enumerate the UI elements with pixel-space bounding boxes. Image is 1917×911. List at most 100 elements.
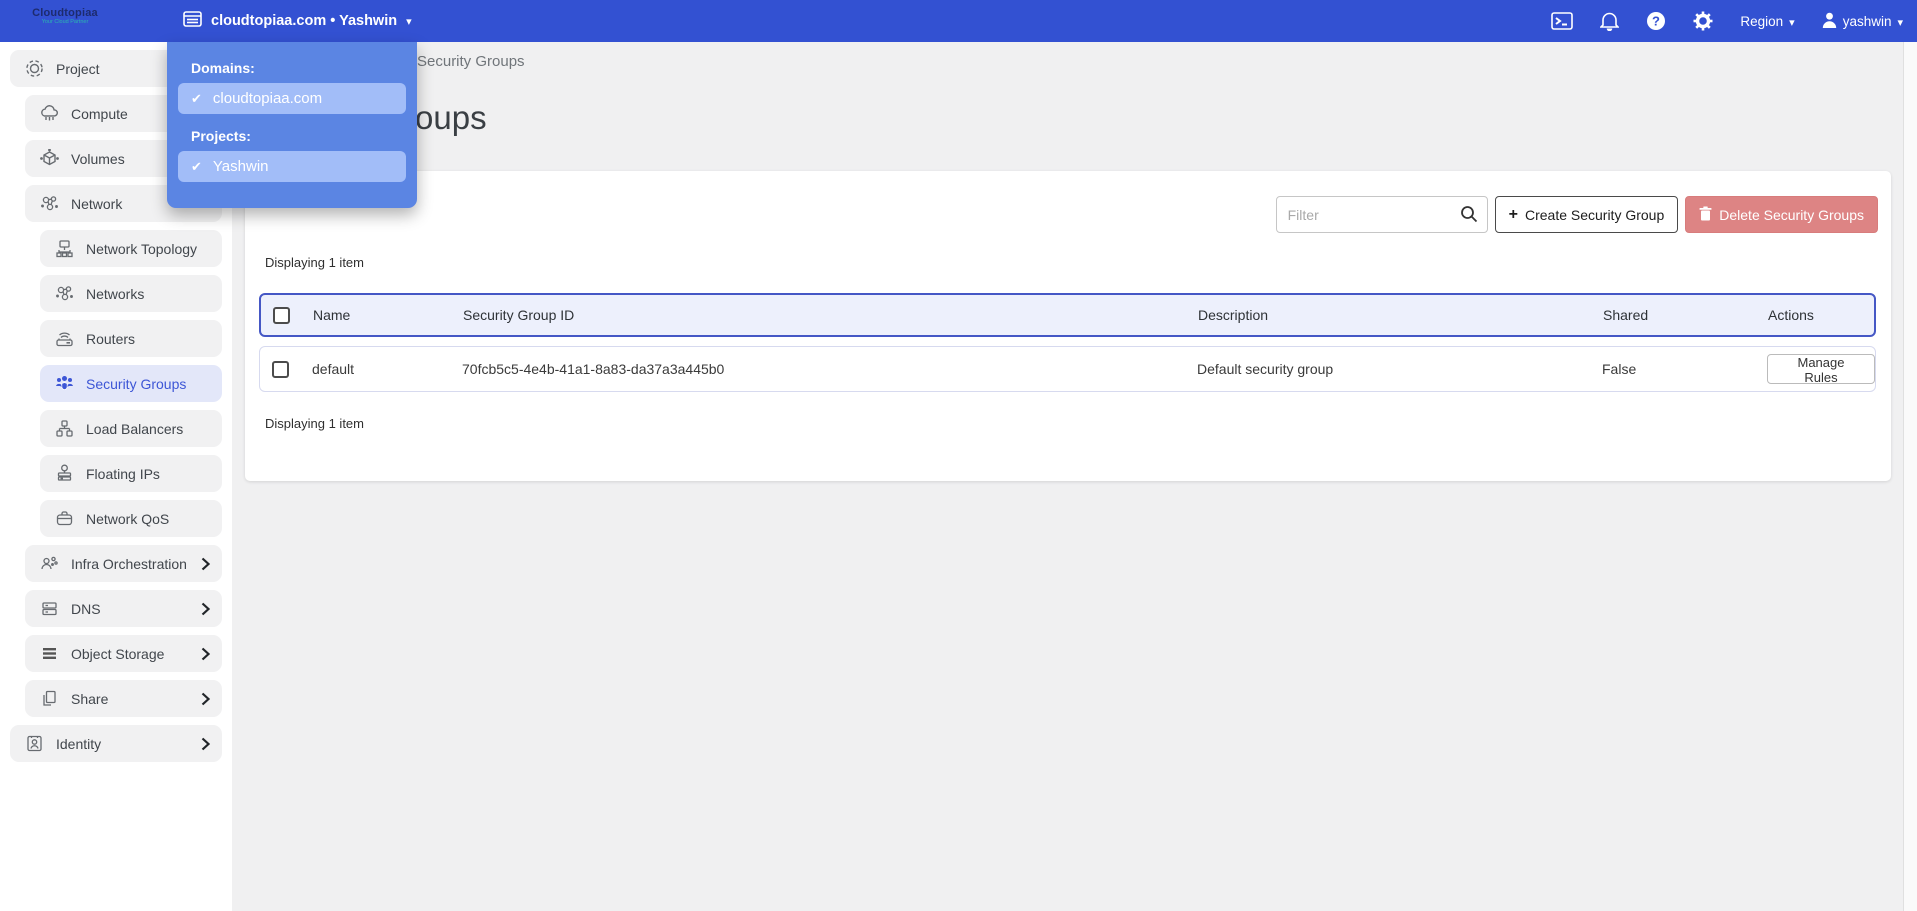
floating-ip-icon: [57, 464, 72, 481]
sidebar-item-label: Floating IPs: [86, 465, 160, 482]
delete-security-groups-button[interactable]: Delete Security Groups: [1685, 196, 1878, 233]
create-security-group-button[interactable]: Create Security Group: [1494, 196, 1679, 233]
sidebar-item-label: Network: [71, 195, 123, 212]
chevron-down-icon: [406, 12, 412, 30]
delete-button-label: Delete Security Groups: [1719, 206, 1864, 223]
sidebar-item-label: Networks: [86, 285, 145, 302]
network-nodes-icon: [41, 196, 58, 211]
table-header: Name Security Group ID Description Share…: [259, 293, 1876, 337]
app-root: Cloudtopiaa Your Cloud Partner cloudtopi…: [0, 0, 1917, 911]
plus-icon: [1509, 206, 1518, 223]
chevron-right-icon: [201, 647, 210, 661]
domain-item-label: cloudtopiaa.com: [212, 90, 323, 107]
region-menu[interactable]: Region: [1740, 14, 1794, 29]
sidebar-item-floating-ips[interactable]: Floating IPs: [40, 455, 222, 492]
column-header-id[interactable]: Security Group ID: [463, 307, 1198, 323]
sidebar-item-identity[interactable]: Identity: [10, 725, 222, 762]
user-icon: [1822, 12, 1837, 31]
topbar-actions: ? Region ▾ yashwin ▾: [1551, 0, 1903, 42]
cell-description: Default security group: [1197, 361, 1334, 377]
page-scrollbar[interactable]: [1903, 42, 1917, 911]
sidebar-item-network-topology[interactable]: Network Topology: [40, 230, 222, 267]
sidebar-item-label: Infra Orchestration: [71, 555, 187, 572]
sidebar-item-label: Volumes: [71, 150, 125, 167]
cell-shared: False: [1602, 361, 1637, 377]
sidebar-item-label: Security Groups: [86, 375, 187, 392]
cell-security-group-id: 70fcb5c5-4e4b-41a1-8a83-da37a3a445b0: [462, 361, 725, 377]
chevron-right-icon: [201, 692, 210, 706]
column-header-description[interactable]: Description: [1198, 307, 1603, 323]
orchestration-icon: [41, 556, 58, 570]
chevron-right-icon: [201, 602, 210, 616]
sidebar-item-load-balancers[interactable]: Load Balancers: [40, 410, 222, 447]
column-header-name[interactable]: Name: [313, 307, 463, 323]
sidebar-item-label: Share: [71, 690, 109, 707]
sidebar-item-label: Object Storage: [71, 645, 165, 662]
logo-text: Cloudtopiaa: [32, 7, 98, 19]
domain-project-switcher[interactable]: cloudtopiaa.com • Yashwin: [183, 0, 412, 42]
manage-rules-button[interactable]: Manage Rules: [1767, 353, 1875, 385]
switcher-label: cloudtopiaa.com • Yashwin: [211, 13, 398, 29]
help-icon[interactable]: ?: [1646, 11, 1666, 31]
user-menu[interactable]: yashwin: [1822, 12, 1903, 31]
sidebar-item-label: Load Balancers: [86, 420, 184, 437]
cloud-shell-icon[interactable]: [1551, 12, 1574, 30]
sidebar-item-label: Compute: [71, 105, 128, 122]
chevron-right-icon: [201, 557, 210, 571]
cell-name[interactable]: default: [312, 361, 462, 377]
region-label: Region: [1740, 13, 1784, 29]
chevron-right-icon: [201, 737, 210, 751]
trash-icon: [1699, 206, 1712, 224]
sidebar-item-networks[interactable]: Networks: [40, 275, 222, 312]
domains-heading: Domains:: [191, 60, 255, 76]
sidebar-item-label: Routers: [86, 330, 136, 347]
networks-nodes-icon: [56, 286, 73, 301]
sidebar-item-security-groups[interactable]: Security Groups: [40, 365, 222, 402]
chevron-down-icon: [1789, 14, 1795, 29]
projects-heading: Projects:: [191, 128, 251, 144]
cloudtopiaa-logo[interactable]: Cloudtopiaa Your Cloud Partner: [30, 7, 100, 26]
user-label: yashwin: [1842, 13, 1892, 29]
sidebar-item-share[interactable]: Share: [25, 680, 222, 717]
logo-tagline: Your Cloud Partner: [41, 19, 89, 25]
check-icon: [191, 90, 202, 107]
svg-text:?: ?: [1652, 14, 1660, 29]
dropdown-item-project[interactable]: Yashwin: [178, 151, 406, 182]
table-row: default 70fcb5c5-4e4b-41a1-8a83-da37a3a4…: [259, 346, 1876, 392]
item-count-bottom: Displaying 1 item: [265, 416, 364, 431]
identity-card-icon: [27, 735, 42, 752]
sidebar-item-network-qos[interactable]: Network QoS: [40, 500, 222, 537]
sidebar-item-dns[interactable]: DNS: [25, 590, 222, 627]
sidebar-item-label: Project: [56, 60, 100, 77]
chevron-down-icon: [1897, 14, 1903, 29]
sidebar-item-routers[interactable]: Routers: [40, 320, 222, 357]
check-icon: [191, 158, 202, 175]
row-checkbox[interactable]: [272, 360, 289, 378]
security-groups-panel: Create Security Group Delete Security Gr…: [245, 171, 1891, 481]
filter-wrap: [1275, 196, 1488, 233]
share-copy-icon: [43, 690, 56, 706]
select-all-checkbox[interactable]: [273, 306, 290, 324]
settings-gear-icon[interactable]: [1693, 11, 1713, 31]
filter-input[interactable]: [1275, 196, 1488, 233]
breadcrumb: Security Groups: [417, 53, 525, 70]
dns-server-icon: [42, 602, 57, 616]
qos-briefcase-icon: [56, 511, 73, 526]
project-item-label: Yashwin: [212, 158, 269, 175]
dropdown-item-domain[interactable]: cloudtopiaa.com: [178, 83, 406, 114]
column-header-actions: Actions: [1768, 307, 1814, 323]
sidebar-item-object-storage[interactable]: Object Storage: [25, 635, 222, 672]
sidebar-item-infra-orchestration[interactable]: Infra Orchestration: [25, 545, 222, 582]
top-navbar: Cloudtopiaa Your Cloud Partner cloudtopi…: [0, 0, 1917, 42]
item-count-top: Displaying 1 item: [265, 255, 364, 270]
sidebar-item-label: DNS: [71, 600, 101, 617]
security-groups-icon: [56, 376, 73, 391]
search-icon[interactable]: [1460, 205, 1478, 228]
compute-cloud-icon: [41, 105, 58, 121]
create-button-label: Create Security Group: [1524, 206, 1665, 223]
object-storage-icon: [43, 648, 56, 659]
load-balancer-icon: [56, 420, 73, 437]
sidebar-item-label: Network Topology: [86, 240, 198, 257]
column-header-shared[interactable]: Shared: [1603, 307, 1768, 323]
notifications-bell-icon[interactable]: [1600, 11, 1620, 31]
